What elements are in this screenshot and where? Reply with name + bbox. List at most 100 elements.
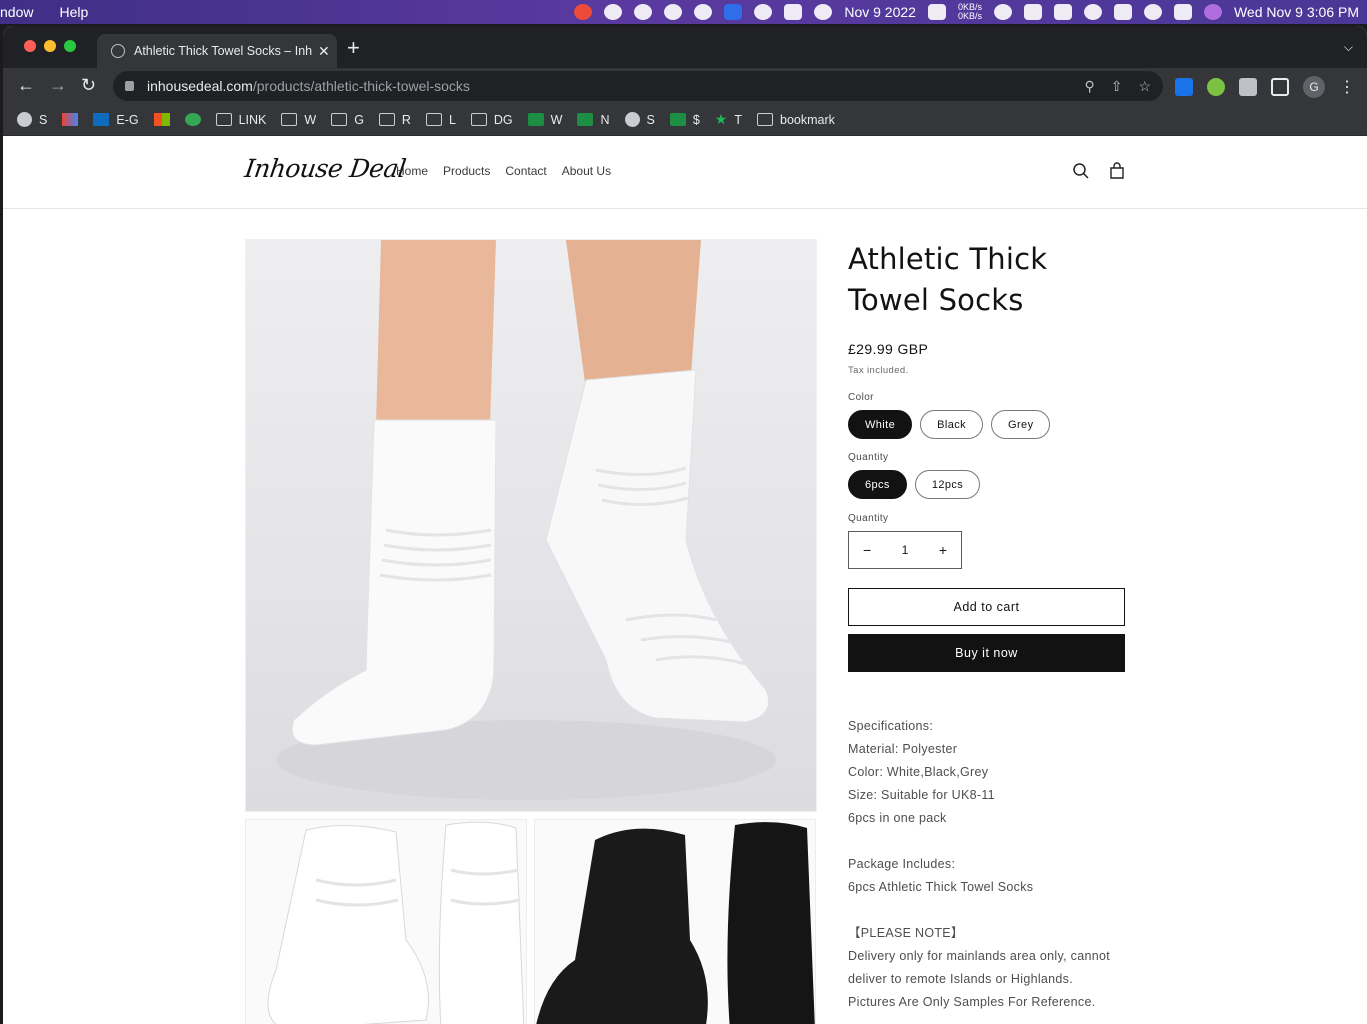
bookmark-folder[interactable]: DG	[470, 113, 513, 127]
bookmark-star-icon[interactable]: ☆	[1138, 78, 1151, 95]
product-thumbnail-black[interactable]	[534, 819, 816, 1024]
pack-option-12pcs[interactable]: 12pcs	[914, 470, 981, 499]
bookmark-folder[interactable]: L	[425, 113, 456, 127]
maximize-window-button[interactable]	[64, 40, 76, 52]
bookmark-item[interactable]	[153, 113, 170, 126]
tab-close-icon[interactable]: ✕	[318, 43, 330, 60]
quantity-input[interactable]: 1	[902, 543, 909, 557]
lock-icon[interactable]	[125, 81, 134, 91]
menu-window[interactable]: ndow	[0, 4, 43, 20]
bookmark-folder[interactable]: W	[281, 113, 316, 127]
color-option-black[interactable]: Black	[920, 410, 984, 439]
siri-icon[interactable]	[1203, 4, 1222, 20]
cat-icon[interactable]	[927, 4, 946, 20]
new-tab-button[interactable]: +	[347, 37, 360, 59]
browser-toolbar: ← → ↻ inhousedeal.com/products/athletic-…	[3, 68, 1367, 104]
folder-icon	[470, 113, 487, 126]
site-logo[interactable]: Inhouse Deal	[243, 154, 408, 183]
menubar-clock[interactable]: Wed Nov 9 3:06 PM	[1234, 4, 1359, 20]
quantity-decrease-button[interactable]: −	[863, 542, 871, 558]
bookmark-folder[interactable]: R	[378, 113, 411, 127]
cow-icon[interactable]	[754, 4, 773, 20]
tab-favicon-globe-icon	[111, 44, 125, 58]
tab-search-chevron-icon[interactable]: ⌵	[1344, 40, 1353, 55]
folder-icon	[378, 113, 395, 126]
browser-menu-icon[interactable]: ⋮	[1339, 77, 1355, 97]
bookmark-item[interactable]: N	[577, 113, 610, 127]
nav-products[interactable]: Products	[443, 164, 490, 178]
minimize-window-button[interactable]	[44, 40, 56, 52]
bookmark-item[interactable]: ★ T	[715, 111, 742, 128]
extensions-puzzle-icon[interactable]	[1239, 78, 1257, 96]
product-thumbnail-white[interactable]	[245, 819, 527, 1024]
spec-header: Specifications:	[848, 719, 934, 733]
add-to-cart-button[interactable]: Add to cart	[848, 588, 1125, 626]
menubar-date[interactable]: Nov 9 2022	[844, 4, 916, 20]
calendar-icon[interactable]	[1023, 4, 1042, 20]
search-icon[interactable]	[1072, 162, 1090, 180]
package-header: Package Includes:	[848, 857, 956, 871]
product-description: Specifications: Material: Polyester Colo…	[848, 715, 1128, 1014]
battery-icon[interactable]	[1053, 4, 1072, 20]
nav-about-us[interactable]: About Us	[562, 164, 611, 178]
nav-contact[interactable]: Contact	[505, 164, 546, 178]
wifi-icon[interactable]	[1083, 4, 1102, 20]
spotlight-search-icon[interactable]	[1143, 4, 1162, 20]
bookmark-item[interactable]: S	[624, 112, 655, 127]
cart-icon[interactable]	[1108, 162, 1126, 180]
web-page: Inhouse Deal Home Products Contact About…	[3, 136, 1367, 1024]
buy-it-now-button[interactable]: Buy it now	[848, 634, 1125, 672]
sheet-icon	[669, 113, 686, 126]
bookmark-item[interactable]	[62, 113, 79, 126]
reload-icon[interactable]: ↻	[81, 74, 96, 96]
bookmark-folder[interactable]: bookmark	[757, 113, 835, 127]
nav-home[interactable]: Home	[396, 164, 428, 178]
bookmark-item[interactable]: W	[527, 113, 562, 127]
address-bar[interactable]: inhousedeal.com/products/athletic-thick-…	[113, 71, 1163, 101]
spec-size: Size: Suitable for UK8-11	[848, 788, 995, 802]
folder-icon	[281, 113, 298, 126]
share-icon[interactable]: ⇧	[1111, 78, 1123, 95]
bookmark-item[interactable]	[184, 113, 201, 126]
product-main-image[interactable]	[245, 239, 817, 812]
wechat-icon[interactable]	[664, 4, 683, 20]
bookmark-item[interactable]: S	[17, 112, 47, 127]
pack-option-6pcs[interactable]: 6pcs	[848, 470, 907, 499]
zoom-icon[interactable]: ⚲	[1084, 78, 1094, 95]
color-option-grey[interactable]: Grey	[991, 410, 1051, 439]
forward-arrow-icon[interactable]: →	[49, 74, 67, 96]
sheet-icon	[527, 113, 544, 126]
keyboard-icon[interactable]	[1113, 4, 1132, 20]
bookmark-item[interactable]: $	[669, 113, 700, 127]
tray-app-icon[interactable]	[574, 4, 593, 20]
extension-circle-icon[interactable]	[1207, 78, 1225, 96]
bookmark-folder[interactable]: G	[331, 113, 364, 127]
folder-icon	[425, 113, 442, 126]
tab-active[interactable]: Athletic Thick Towel Socks – Inhouse Dea…	[97, 34, 337, 68]
note-line: deliver to remote Islands or Highlands.	[848, 972, 1073, 986]
check-icon[interactable]	[784, 4, 803, 20]
side-panel-icon[interactable]	[1271, 78, 1289, 96]
note-header: 【PLEASE NOTE】	[848, 926, 964, 940]
pointer-icon[interactable]	[814, 4, 833, 20]
close-window-button[interactable]	[24, 40, 36, 52]
menu-help[interactable]: Help	[59, 4, 98, 20]
product-info: Athletic Thick Towel Socks £29.99 GBP Ta…	[848, 239, 1128, 1014]
bookmark-folder[interactable]: LINK	[215, 113, 266, 127]
black-sock-thumbnail-illustration	[536, 822, 815, 1024]
teamviewer-icon[interactable]	[724, 4, 743, 20]
time-machine-icon[interactable]	[993, 4, 1012, 20]
script-icon[interactable]	[694, 4, 713, 20]
profile-avatar[interactable]: G	[1303, 76, 1325, 98]
bookmark-item[interactable]: E-G	[93, 113, 139, 127]
white-socks-illustration	[276, 240, 776, 800]
line-icon[interactable]	[604, 4, 623, 20]
bell-icon[interactable]	[634, 4, 653, 20]
back-arrow-icon[interactable]: ←	[17, 74, 35, 96]
download-extension-icon[interactable]	[1175, 78, 1193, 96]
quantity-increase-button[interactable]: +	[939, 542, 947, 558]
folder-icon	[757, 113, 773, 126]
spec-material: Material: Polyester	[848, 742, 958, 756]
color-option-white[interactable]: White	[848, 410, 913, 439]
control-center-icon[interactable]	[1173, 4, 1192, 20]
